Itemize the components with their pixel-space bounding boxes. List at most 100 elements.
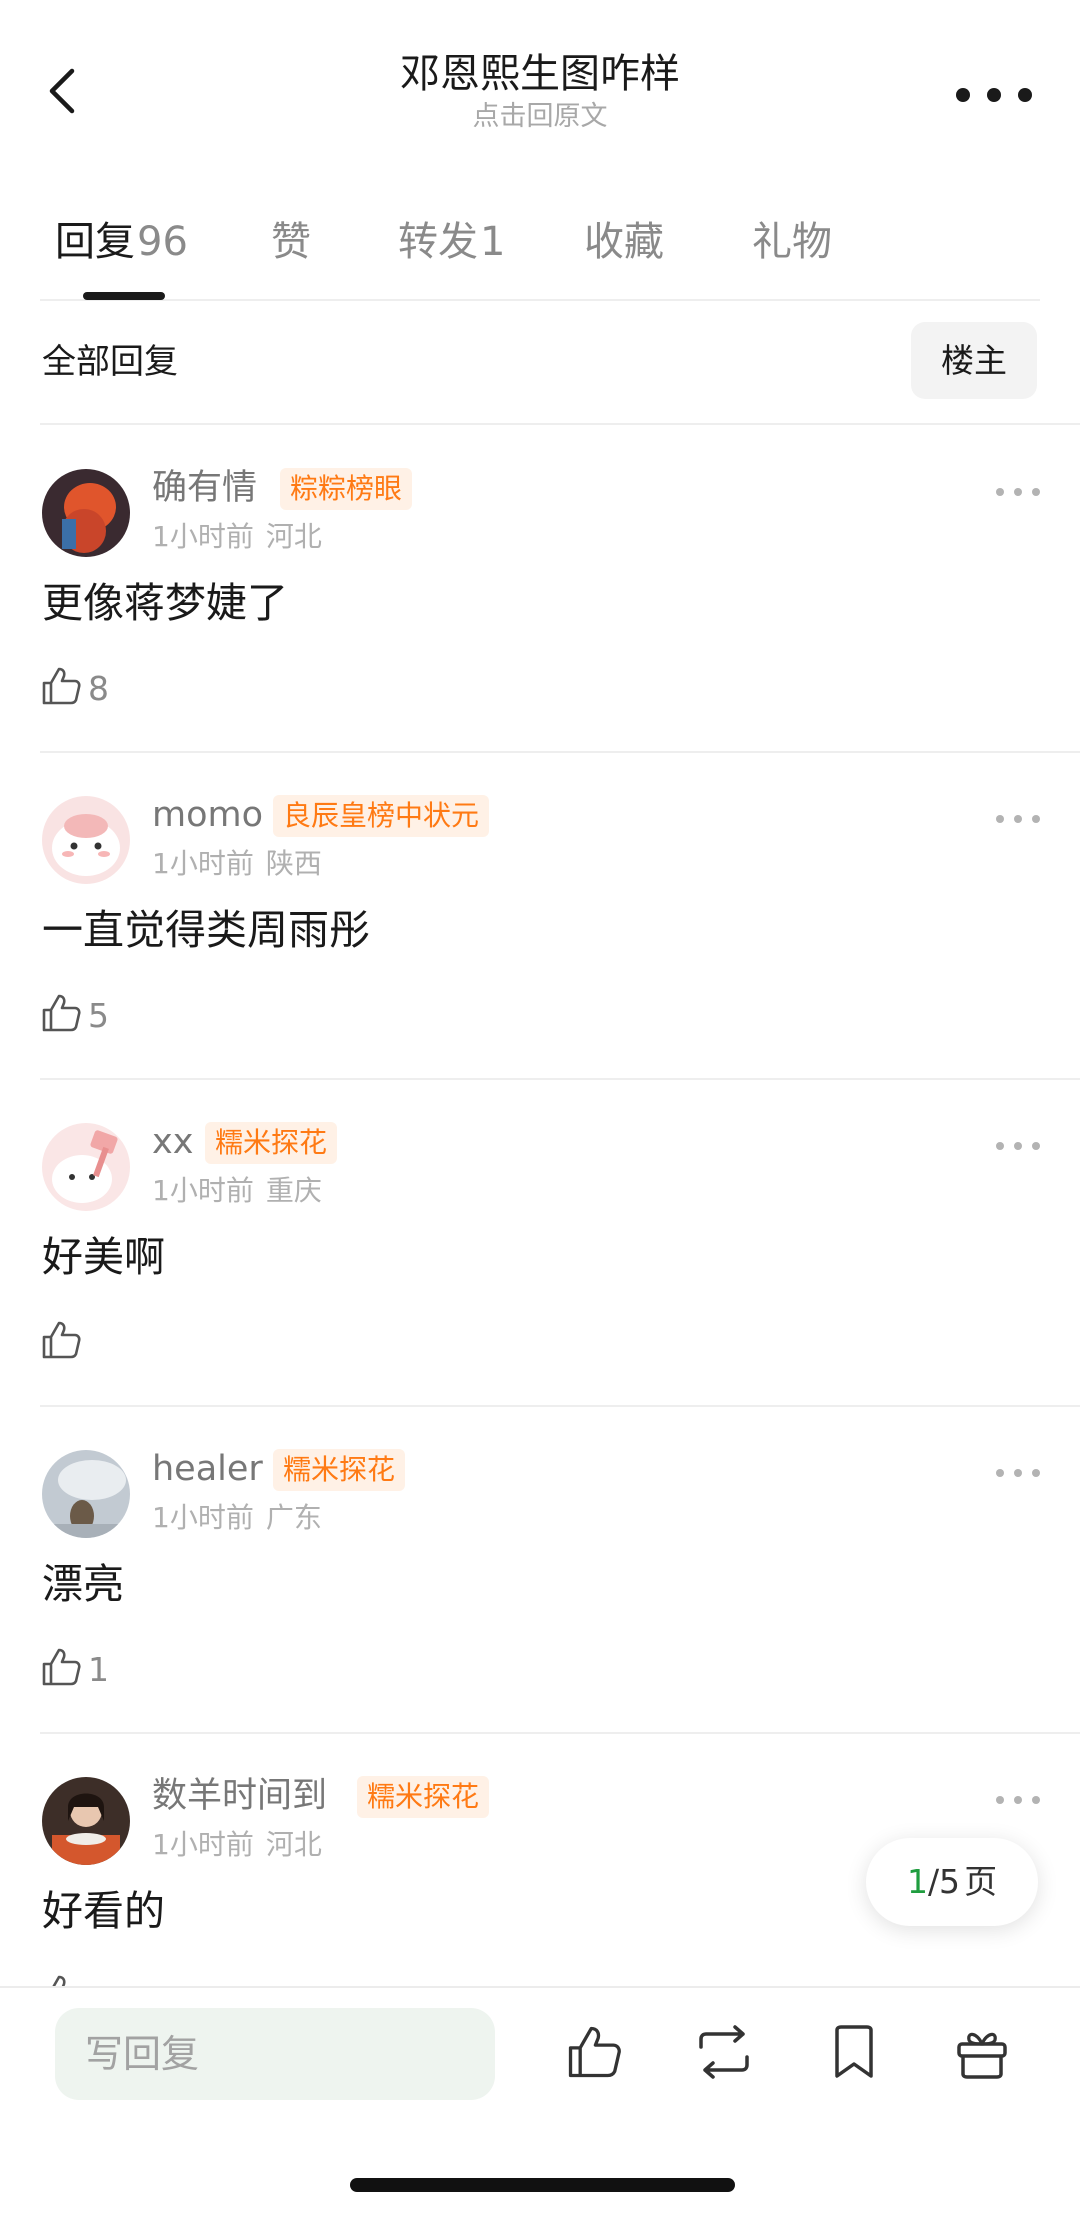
page-title: 邓恩熙生图咋样 xyxy=(400,51,680,97)
favorite-button[interactable] xyxy=(822,2022,886,2086)
more-icon-dot xyxy=(987,88,1001,102)
tab-label: 礼物 xyxy=(752,219,832,265)
comment-time: 1小时前 xyxy=(152,847,254,880)
thumbs-up-icon xyxy=(40,1319,82,1365)
avatar[interactable] xyxy=(42,1450,130,1538)
thumbs-up-icon xyxy=(565,2023,623,2085)
tab-label: 赞 xyxy=(271,219,311,265)
back-to-original-link[interactable]: 点击回原文 xyxy=(0,100,1080,134)
like-post-button[interactable] xyxy=(562,2022,626,2086)
comment-meta: 1小时前 广东 xyxy=(152,1500,322,1536)
comment-text: 一直觉得类周雨彤 xyxy=(42,906,370,954)
owner-only-button[interactable]: 楼主 xyxy=(911,322,1037,399)
comment-location: 重庆 xyxy=(265,1174,322,1207)
reply-input[interactable]: 写回复 xyxy=(55,2008,495,2100)
tab-replies[interactable]: 回复96 xyxy=(55,212,188,272)
comment-meta: 1小时前 重庆 xyxy=(152,1173,322,1209)
username[interactable]: 确有情 xyxy=(152,466,257,510)
comment-location: 河北 xyxy=(265,1828,322,1861)
total-pages: /5 xyxy=(927,1862,961,1901)
more-icon-dot xyxy=(1032,815,1040,823)
comment-item[interactable]: momo 良辰皇榜中状元 1小时前 陕西 一直觉得类周雨彤 5 xyxy=(0,752,1080,1080)
more-icon-dot xyxy=(996,815,1004,823)
repost-icon xyxy=(693,2025,755,2083)
more-icon-dot xyxy=(1014,1469,1022,1477)
comment-location: 广东 xyxy=(265,1501,322,1534)
tab-label: 收藏 xyxy=(584,219,664,265)
more-options-button[interactable] xyxy=(956,70,1032,120)
username[interactable]: healer xyxy=(152,1447,263,1491)
thumbs-up-icon xyxy=(40,665,82,711)
tab-label: 转发 xyxy=(398,219,478,265)
avatar[interactable] xyxy=(42,1777,130,1865)
user-badge: 良辰皇榜中状元 xyxy=(273,795,490,837)
tab-label: 回复 xyxy=(55,219,135,265)
more-icon-dot xyxy=(1032,488,1040,496)
gift-button[interactable] xyxy=(950,2022,1014,2086)
comment-text: 好看的 xyxy=(42,1887,165,1935)
username[interactable]: xx xyxy=(152,1120,193,1164)
comment-time: 1小时前 xyxy=(152,1174,254,1207)
tab-count: 96 xyxy=(137,219,188,265)
page-unit: 页 xyxy=(964,1862,998,1901)
comment-time: 1小时前 xyxy=(152,1501,254,1534)
username[interactable]: 数羊时间到 xyxy=(152,1774,327,1818)
username[interactable]: momo xyxy=(152,793,263,837)
comment-text: 更像蒋梦婕了 xyxy=(42,579,288,627)
home-indicator xyxy=(350,2178,735,2192)
comment-meta: 1小时前 河北 xyxy=(152,1827,322,1863)
more-icon-dot xyxy=(1014,1796,1022,1804)
tab-reposts[interactable]: 转发1 xyxy=(398,212,505,272)
more-icon-dot xyxy=(1018,88,1032,102)
avatar[interactable] xyxy=(42,796,130,884)
tab-likes[interactable]: 赞 xyxy=(271,212,311,272)
tab-count: 1 xyxy=(480,219,506,265)
gift-icon xyxy=(955,2024,1009,2084)
comment-meta: 1小时前 陕西 xyxy=(152,846,322,882)
comment-meta: 1小时前 河北 xyxy=(152,519,322,555)
avatar[interactable] xyxy=(42,1123,130,1211)
like-count: 1 xyxy=(88,1649,109,1689)
active-tab-indicator xyxy=(83,292,165,300)
more-icon-dot xyxy=(996,488,1004,496)
all-replies-label: 全部回复 xyxy=(42,342,178,382)
user-badge: 糯米探花 xyxy=(205,1122,338,1164)
like-count: 5 xyxy=(88,995,109,1035)
tab-gifts[interactable]: 礼物 xyxy=(752,212,832,272)
comment-more-button[interactable] xyxy=(996,1466,1040,1480)
more-icon-dot xyxy=(996,1469,1004,1477)
comment-item[interactable]: 确有情 粽粽榜眼 1小时前 河北 更像蒋梦婕了 8 xyxy=(0,425,1080,753)
page-indicator[interactable]: 1/5 页 xyxy=(866,1838,1038,1926)
more-icon-dot xyxy=(1032,1796,1040,1804)
thumbs-up-icon xyxy=(40,1646,82,1692)
like-count: 8 xyxy=(88,668,109,708)
comment-item[interactable]: healer 糯米探花 1小时前 广东 漂亮 1 xyxy=(0,1406,1080,1734)
user-badge: 糯米探花 xyxy=(357,1776,490,1818)
more-icon-dot xyxy=(956,88,970,102)
like-button[interactable]: 8 xyxy=(40,663,109,713)
user-badge: 糯米探花 xyxy=(273,1449,406,1491)
comment-more-button[interactable] xyxy=(996,1139,1040,1153)
avatar[interactable] xyxy=(42,469,130,557)
comment-more-button[interactable] xyxy=(996,1793,1040,1807)
tabs-divider xyxy=(40,299,1040,301)
thumbs-up-icon xyxy=(40,992,82,1038)
comment-text: 好美啊 xyxy=(42,1233,165,1281)
comment-time: 1小时前 xyxy=(152,1828,254,1861)
like-button[interactable]: 1 xyxy=(40,1644,109,1694)
more-icon-dot xyxy=(1014,815,1022,823)
more-icon-dot xyxy=(1014,1142,1022,1150)
tab-favorites[interactable]: 收藏 xyxy=(584,212,664,272)
comment-time: 1小时前 xyxy=(152,520,254,553)
comment-text: 漂亮 xyxy=(42,1560,124,1608)
like-button[interactable]: 5 xyxy=(40,990,109,1040)
repost-button[interactable] xyxy=(692,2022,756,2086)
comment-location: 陕西 xyxy=(265,847,322,880)
more-icon-dot xyxy=(1014,488,1022,496)
comment-item[interactable]: xx 糯米探花 1小时前 重庆 好美啊 xyxy=(0,1079,1080,1407)
comment-more-button[interactable] xyxy=(996,812,1040,826)
current-page: 1 xyxy=(906,1862,928,1901)
more-icon-dot xyxy=(1032,1142,1040,1150)
like-button[interactable] xyxy=(40,1317,88,1367)
comment-more-button[interactable] xyxy=(996,485,1040,499)
